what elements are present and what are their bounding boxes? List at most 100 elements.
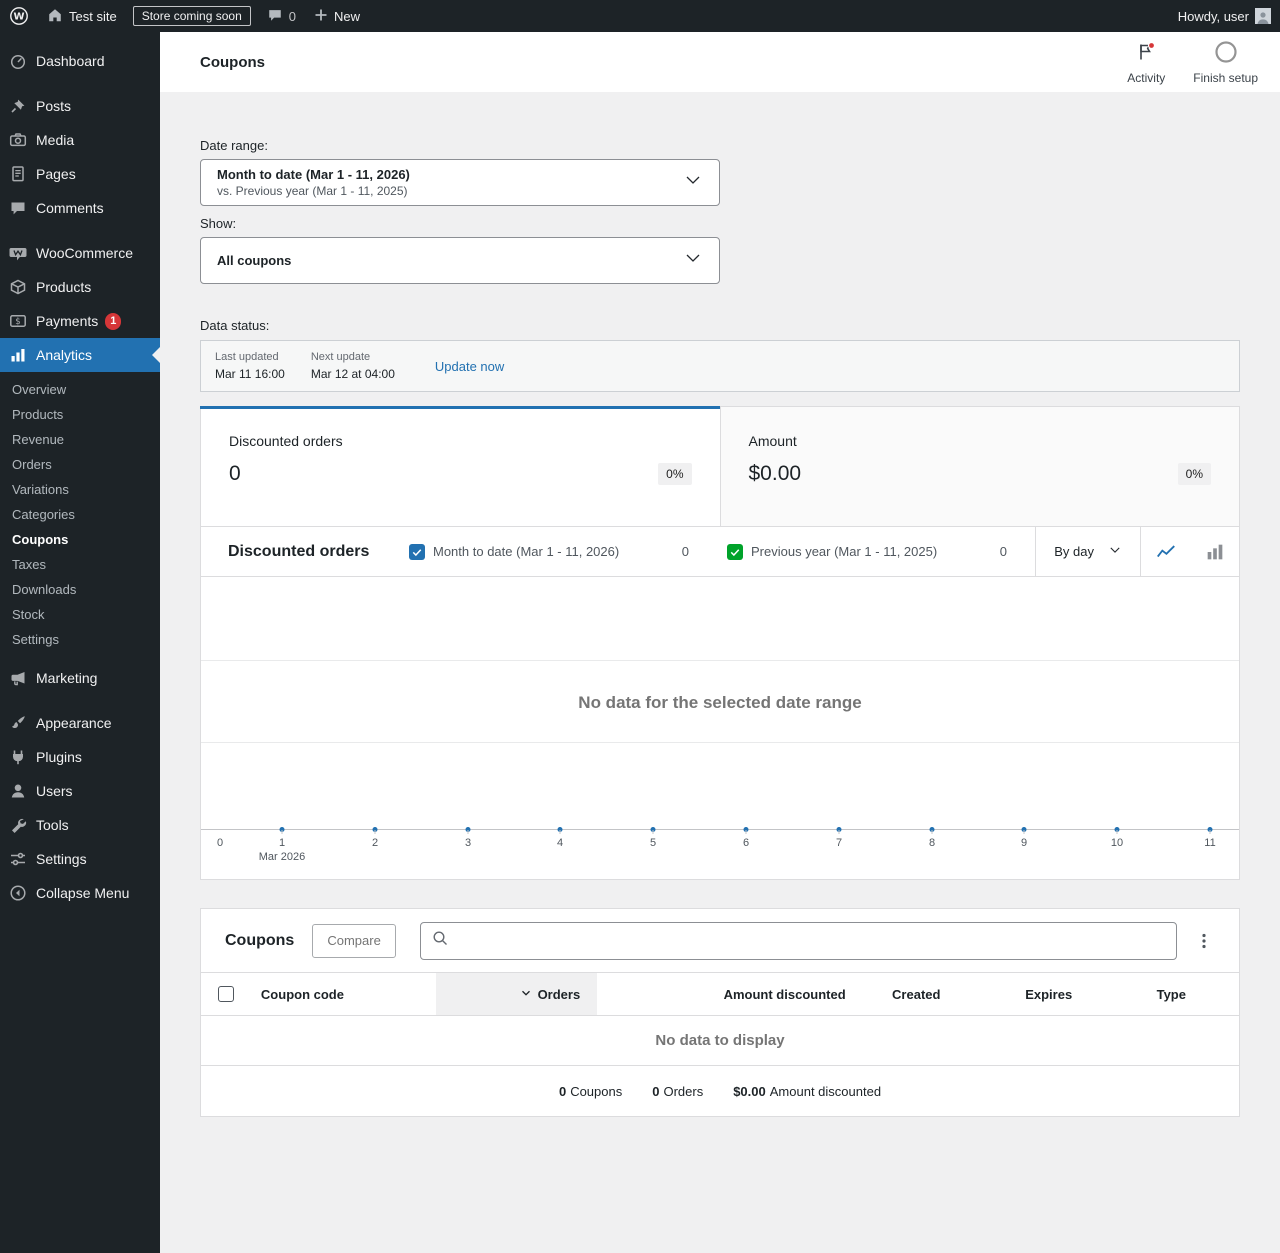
sidebar-item-label: Appearance xyxy=(36,715,112,731)
new-label: New xyxy=(334,9,360,24)
x-tick-label: 6 xyxy=(743,837,749,849)
sidebar-item-tools[interactable]: Tools xyxy=(0,808,160,842)
search-input[interactable] xyxy=(457,932,1166,949)
column-header-coupon-code[interactable]: Coupon code xyxy=(251,973,436,1015)
submenu-item-downloads[interactable]: Downloads xyxy=(0,577,160,602)
chart-header: Discounted orders Month to date (Mar 1 -… xyxy=(201,527,1239,577)
compare-button[interactable]: Compare xyxy=(312,924,395,958)
submenu-item-variations[interactable]: Variations xyxy=(0,477,160,502)
date-range-label: Date range: xyxy=(200,138,1240,153)
tile-value: $0.00 xyxy=(749,462,802,486)
x-tick-label: 7 xyxy=(836,837,842,849)
submenu-item-orders[interactable]: Orders xyxy=(0,452,160,477)
legend-month-to-date[interactable]: Month to date (Mar 1 - 11, 2026) 0 xyxy=(409,544,689,560)
table-header-row: Coupon code Orders Amount discounted Cre… xyxy=(201,972,1239,1016)
sidebar-item-products[interactable]: Products xyxy=(0,270,160,304)
column-header-amount-discounted[interactable]: Amount discounted xyxy=(597,973,862,1015)
content: Date range: Month to date (Mar 1 - 11, 2… xyxy=(160,92,1280,1117)
site-name-menu[interactable]: Test site xyxy=(38,0,126,32)
submenu-item-stock[interactable]: Stock xyxy=(0,602,160,627)
select-all-cell xyxy=(201,973,251,1015)
next-update: Next update Mar 12 at 04:00 xyxy=(311,351,395,381)
sidebar-item-pages[interactable]: Pages xyxy=(0,157,160,191)
sidebar-item-label: Dashboard xyxy=(36,53,105,69)
table-search[interactable] xyxy=(420,922,1177,960)
sidebar-item-payments[interactable]: $ Payments 1 xyxy=(0,304,160,338)
checkbox-checked-icon xyxy=(409,544,425,560)
sidebar-item-users[interactable]: Users xyxy=(0,774,160,808)
tick xyxy=(468,830,469,834)
tick xyxy=(1117,830,1118,834)
sidebar-item-marketing[interactable]: Marketing xyxy=(0,661,160,695)
submenu-item-revenue[interactable]: Revenue xyxy=(0,427,160,452)
submenu-item-coupons[interactable]: Coupons xyxy=(0,527,160,552)
sidebar-item-appearance[interactable]: Appearance xyxy=(0,706,160,740)
search-icon xyxy=(431,929,449,952)
submenu-item-categories[interactable]: Categories xyxy=(0,502,160,527)
submenu-item-products[interactable]: Products xyxy=(0,402,160,427)
page-icon xyxy=(8,164,28,184)
menu-separator xyxy=(0,225,160,236)
tick xyxy=(839,830,840,834)
site-name: Test site xyxy=(69,9,117,24)
x-tick-label: 9 xyxy=(1021,837,1027,849)
sidebar-item-label: Tools xyxy=(36,817,69,833)
box-icon xyxy=(8,277,28,297)
summary-tile-discounted-orders[interactable]: Discounted orders 0 0% xyxy=(201,407,720,526)
sidebar-item-dashboard[interactable]: Dashboard xyxy=(0,44,160,78)
chart-empty-message: No data for the selected date range xyxy=(201,693,1239,713)
howdy-menu[interactable]: Howdy, user xyxy=(1169,0,1280,32)
tick xyxy=(560,830,561,834)
x-tick-label: 3 xyxy=(465,837,471,849)
date-range-select[interactable]: Month to date (Mar 1 - 11, 2026) vs. Pre… xyxy=(200,159,720,206)
column-header-created[interactable]: Created xyxy=(863,973,958,1015)
menu-separator xyxy=(0,695,160,706)
analytics-card: Discounted orders 0 0% Amount $0.00 0% D… xyxy=(200,406,1240,880)
submenu-item-overview[interactable]: Overview xyxy=(0,377,160,402)
interval-select[interactable]: By day xyxy=(1035,527,1140,576)
wp-logo[interactable]: W xyxy=(0,0,38,32)
wrench-icon xyxy=(8,815,28,835)
update-now-link[interactable]: Update now xyxy=(435,359,504,374)
tick xyxy=(375,830,376,834)
select-all-checkbox[interactable] xyxy=(218,986,234,1002)
finish-setup-label: Finish setup xyxy=(1193,71,1258,85)
show-value: All coupons xyxy=(217,253,291,268)
column-header-type[interactable]: Type xyxy=(1089,973,1239,1015)
chevron-down-icon xyxy=(1108,543,1122,560)
last-updated-value: Mar 11 16:00 xyxy=(215,367,285,381)
sidebar-item-collapse-menu[interactable]: Collapse Menu xyxy=(0,876,160,910)
summary-tile-amount[interactable]: Amount $0.00 0% xyxy=(720,407,1240,526)
howdy-text: Howdy, user xyxy=(1178,9,1249,24)
submenu-item-taxes[interactable]: Taxes xyxy=(0,552,160,577)
tile-label: Amount xyxy=(749,433,1212,449)
coming-soon-badge[interactable]: Store coming soon xyxy=(133,6,251,26)
show-select[interactable]: All coupons xyxy=(200,237,720,284)
sidebar-item-label: Pages xyxy=(36,166,76,182)
new-content-menu[interactable]: New xyxy=(305,0,369,32)
column-header-expires[interactable]: Expires xyxy=(957,973,1089,1015)
activity-button[interactable]: Activity xyxy=(1127,40,1165,85)
sidebar-item-comments[interactable]: Comments xyxy=(0,191,160,225)
sidebar-item-posts[interactable]: Posts xyxy=(0,89,160,123)
finish-setup-button[interactable]: Finish setup xyxy=(1193,40,1258,85)
sidebar-item-analytics[interactable]: Analytics xyxy=(0,338,160,372)
sliders-icon xyxy=(8,849,28,869)
kebab-menu-icon[interactable] xyxy=(1193,932,1215,950)
gridline xyxy=(201,660,1239,661)
legend-previous-year[interactable]: Previous year (Mar 1 - 11, 2025) 0 xyxy=(727,544,1007,560)
comments-indicator[interactable]: 0 xyxy=(258,0,305,32)
tick xyxy=(653,830,654,834)
sidebar-item-settings[interactable]: Settings xyxy=(0,842,160,876)
column-header-orders[interactable]: Orders xyxy=(436,973,598,1015)
sidebar-item-woocommerce[interactable]: WooCommerce xyxy=(0,236,160,270)
x-tick-label: 8 xyxy=(929,837,935,849)
line-chart-button[interactable] xyxy=(1141,527,1190,576)
sidebar-item-plugins[interactable]: Plugins xyxy=(0,740,160,774)
submenu-item-settings[interactable]: Settings xyxy=(0,627,160,652)
sidebar-item-label: Comments xyxy=(36,200,104,216)
x-tick-label: 4 xyxy=(557,837,563,849)
bar-chart-button[interactable] xyxy=(1190,527,1239,576)
sidebar-item-media[interactable]: Media xyxy=(0,123,160,157)
table-title: Coupons xyxy=(225,932,294,950)
